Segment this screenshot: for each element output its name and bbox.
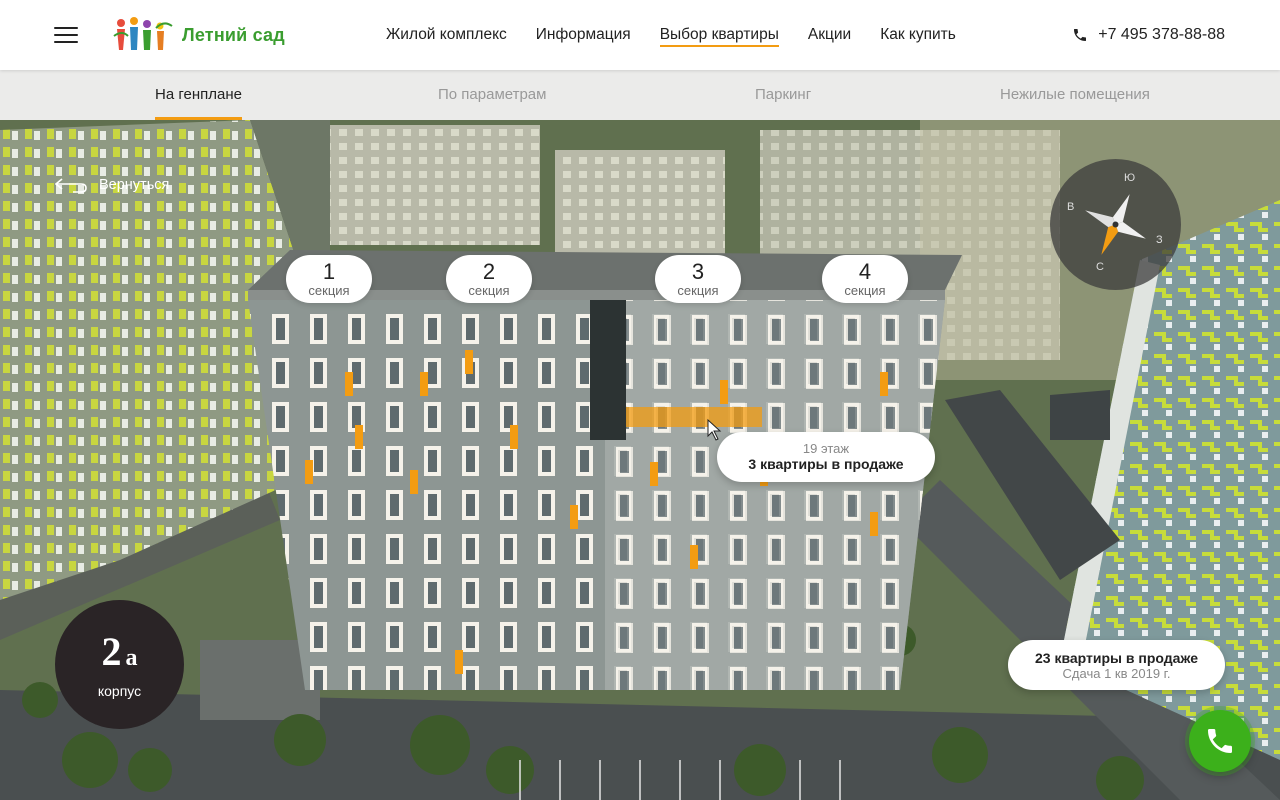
nav-item-apartment-choice[interactable]: Выбор квартиры [659,0,780,70]
logo-text: Летний сад [182,24,285,45]
section-number: 2 [482,259,496,284]
building-number: 2 а [55,632,184,681]
back-arrow-icon [55,178,87,193]
building-badge: 2 а корпус [55,600,184,729]
section-number: 1 [322,259,336,284]
tab-masterplan[interactable]: На генплане [155,70,242,120]
call-button[interactable] [1189,710,1251,772]
back-button[interactable]: Вернуться [55,177,169,193]
nav-item-how-to-buy[interactable]: Как купить [880,0,956,70]
sub-nav: На генплане По параметрам Паркинг Нежилы… [0,70,1280,120]
nav-item-info[interactable]: Информация [536,0,631,70]
floor-number: 19 этаж [802,441,850,456]
apartments-for-sale: 23 квартиры в продаже [1035,650,1198,666]
nav-item-complex[interactable]: Жилой комплекс [386,0,507,70]
phone-icon [1208,729,1232,753]
section-3-button[interactable]: 3 секция [655,255,741,303]
building-digit: 2 [101,629,122,674]
section-label: секция [677,283,719,298]
section-label: секция [844,283,886,298]
building-label: корпус [97,683,142,699]
site-logo[interactable]: Летний сад [112,16,285,54]
logo-figures-icon [113,17,173,50]
building-letter: а [125,645,138,671]
tab-parking[interactable]: Паркинг [755,70,811,120]
compass-icon: Ю В З С [1050,159,1181,290]
section-label: секция [468,283,510,298]
phone-link[interactable]: +7 495 378-88-88 [1072,0,1225,70]
section-number: 4 [858,259,872,284]
section-4-button[interactable]: 4 секция [822,255,908,303]
section-number: 3 [691,259,705,284]
phone-number: +7 495 378-88-88 [1098,26,1225,43]
section-2-button[interactable]: 2 секция [446,255,532,303]
nav-item-promotions[interactable]: Акции [808,0,851,70]
back-label: Вернуться [99,177,170,193]
section-label: секция [308,283,350,298]
main-nav: Жилой комплекс Информация Выбор квартиры… [386,0,985,70]
section-1-button[interactable]: 1 секция [286,255,372,303]
compass-rose-icon [1085,194,1146,255]
phone-icon [1074,29,1087,41]
floor-sale-count: 3 квартиры в продаже [748,456,904,472]
tab-commercial[interactable]: Нежилые помещения [1000,70,1150,120]
site-header: Летний сад Жилой комплекс Информация Выб… [0,0,1280,70]
hamburger-icon[interactable] [54,27,78,43]
delivery-date: Сдача 1 кв 2019 г. [1062,666,1171,681]
masterplan-scene: Вернуться 1 секция 2 секция 3 секция 4 с… [0,120,1280,800]
building-sale-tooltip[interactable]: 23 квартиры в продаже Сдача 1 кв 2019 г. [1008,640,1225,690]
tab-parameters[interactable]: По параметрам [438,70,546,120]
floor-tooltip: 19 этаж 3 квартиры в продаже [717,432,935,482]
